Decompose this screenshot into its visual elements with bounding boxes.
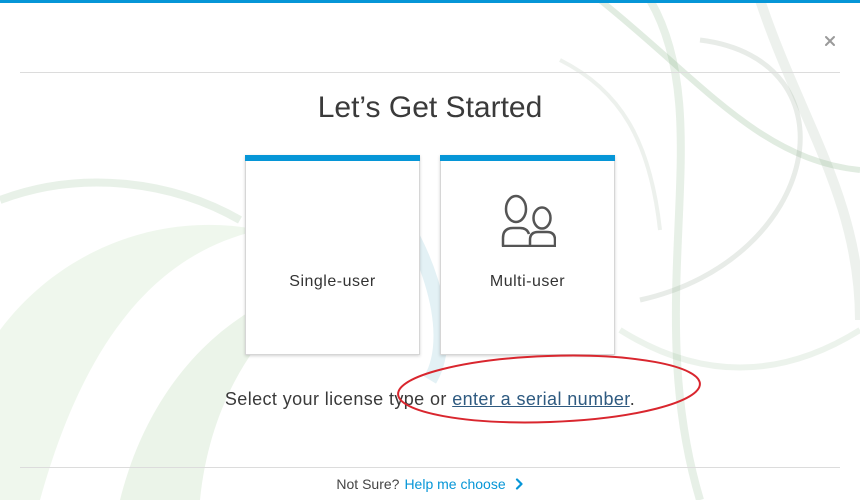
card-accent-bar bbox=[440, 155, 615, 161]
accent-bar bbox=[0, 0, 860, 3]
single-user-card[interactable]: Single-user bbox=[245, 155, 420, 355]
page-title: Let’s Get Started bbox=[317, 91, 543, 124]
footer: Not Sure? Help me choose bbox=[0, 474, 860, 494]
background-swirl bbox=[639, 37, 803, 303]
help-me-choose-link[interactable]: Help me choose bbox=[404, 476, 505, 492]
chevron-right-icon[interactable] bbox=[514, 478, 524, 490]
footer-divider bbox=[20, 467, 840, 468]
multi-user-label: Multi-user bbox=[489, 273, 566, 290]
close-icon-stroke bbox=[825, 36, 835, 46]
header-divider bbox=[20, 72, 840, 73]
person-body bbox=[501, 226, 531, 247]
person-head bbox=[504, 194, 528, 224]
chevron-stroke bbox=[515, 478, 523, 490]
card-accent-bar bbox=[245, 155, 420, 161]
background-swirl bbox=[618, 327, 860, 371]
single-user-label: Single-user bbox=[289, 273, 376, 290]
multi-user-icon bbox=[501, 194, 556, 247]
close-icon[interactable] bbox=[823, 34, 837, 48]
background-swirl bbox=[646, 0, 704, 500]
person-head bbox=[532, 206, 552, 230]
serial-number-link[interactable]: enter a serial number bbox=[452, 389, 630, 409]
person-body bbox=[528, 230, 556, 247]
license-dialog: Let’s Get Started Single-user Multi-user… bbox=[0, 0, 860, 500]
background-swirl bbox=[0, 178, 242, 224]
instruction-text: Select your license type or bbox=[224, 389, 453, 409]
license-instruction: Select your license type or enter a seri… bbox=[0, 387, 860, 411]
multi-user-card[interactable]: Multi-user bbox=[440, 155, 615, 355]
instruction-end: . bbox=[629, 389, 636, 409]
background-swirls bbox=[0, 0, 860, 500]
not-sure-text: Not Sure? bbox=[336, 476, 400, 492]
